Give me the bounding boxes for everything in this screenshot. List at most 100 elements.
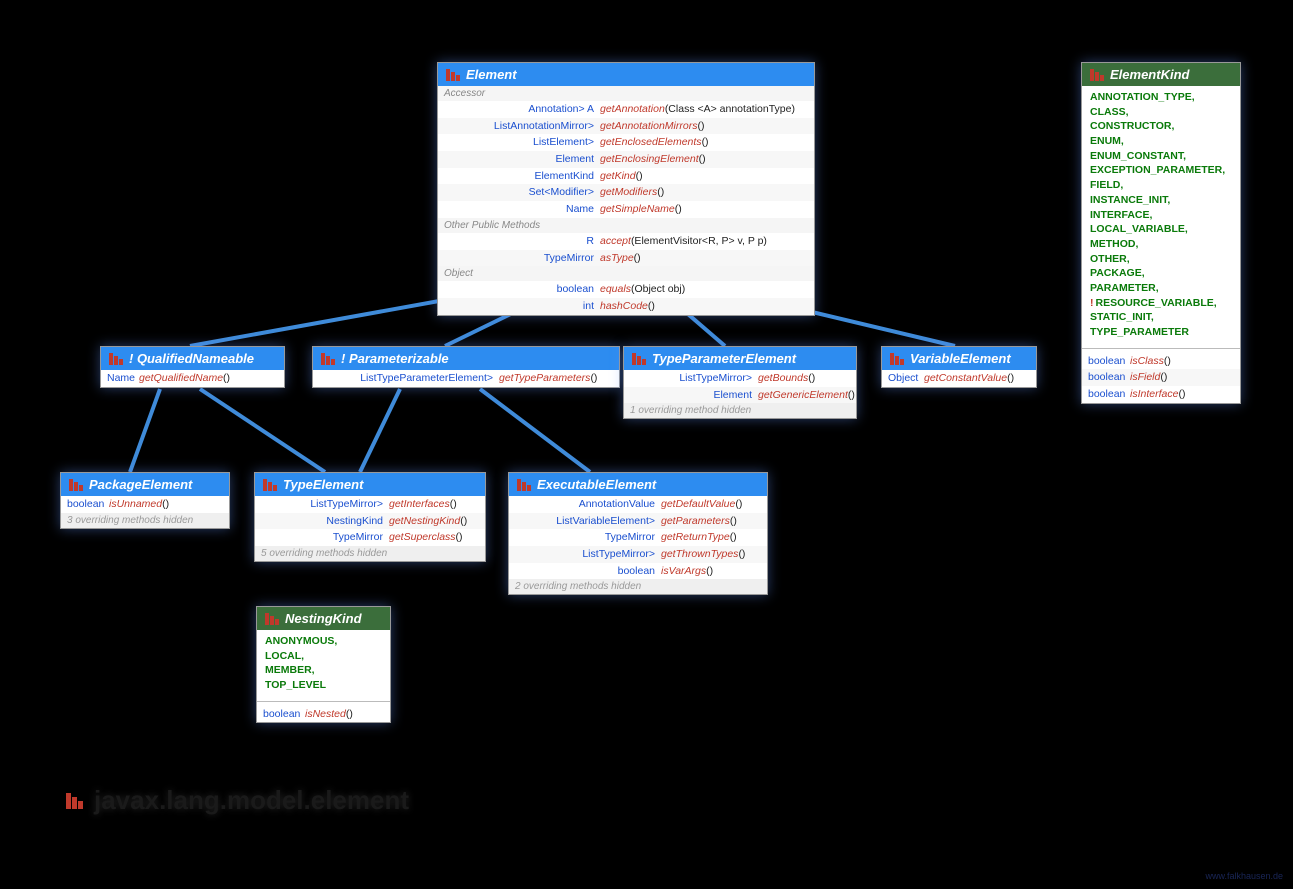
- method-name: getEnclosedElements: [600, 135, 702, 150]
- enum-box-nestingkind[interactable]: NestingKind ANONYMOUS,LOCAL,MEMBER,TOP_L…: [256, 606, 391, 723]
- class-box-executableelement[interactable]: ExecutableElement AnnotationValuegetDefa…: [508, 472, 768, 595]
- method-params: (): [1007, 371, 1014, 386]
- enum-constant: ANONYMOUS,: [265, 634, 382, 649]
- method-name: getEnclosingElement: [600, 152, 699, 167]
- return-type: boolean: [1088, 354, 1130, 369]
- class-icon: [1090, 69, 1104, 81]
- class-box-typeparameterelement[interactable]: TypeParameterElement ListTypeMirror>getB…: [623, 346, 857, 419]
- method-row[interactable]: ListAnnotationMirror>getAnnotationMirror…: [438, 118, 814, 135]
- watermark-link[interactable]: www.falkhausen.de: [1205, 871, 1283, 881]
- method-rows: AnnotationValuegetDefaultValue ()ListVar…: [509, 496, 767, 579]
- return-type: boolean: [515, 564, 661, 579]
- enum-constant: PARAMETER,: [1090, 281, 1232, 296]
- return-type: Element: [630, 388, 758, 403]
- method-name: getKind: [600, 169, 636, 184]
- class-icon: [890, 353, 904, 365]
- method-row[interactable]: NamegetSimpleName (): [438, 201, 814, 218]
- method-params: (): [1178, 387, 1185, 402]
- method-row[interactable]: ListTypeMirror>getThrownTypes (): [509, 546, 767, 563]
- method-params: (): [735, 497, 742, 512]
- method-row[interactable]: booleanisInterface (): [1082, 386, 1240, 403]
- section-other: Other Public Methods Raccept (ElementVis…: [438, 218, 814, 266]
- method-row[interactable]: NestingKindgetNestingKind (): [255, 513, 485, 530]
- enum-constant: LOCAL,: [265, 649, 382, 664]
- enum-box-elementkind[interactable]: ElementKind ANNOTATION_TYPE,CLASS,CONSTR…: [1081, 62, 1241, 404]
- method-row[interactable]: ListElement>getEnclosedElements (): [438, 134, 814, 151]
- class-header: ExecutableElement: [509, 473, 767, 496]
- method-row[interactable]: booleanisField (): [1082, 369, 1240, 386]
- method-name: isField: [1130, 370, 1160, 385]
- hidden-note: 5 overriding methods hidden: [255, 546, 485, 561]
- enum-constant: METHOD,: [1090, 237, 1232, 252]
- method-params: (): [1164, 354, 1171, 369]
- class-title: Element: [466, 67, 517, 82]
- method-row[interactable]: booleanisNested (): [257, 706, 390, 723]
- method-name: getModifiers: [600, 185, 657, 200]
- enum-constant: STATIC_INIT,: [1090, 310, 1232, 325]
- method-params: (): [162, 497, 169, 512]
- return-type: ListTypeMirror>: [515, 547, 661, 562]
- return-type: boolean: [444, 282, 600, 297]
- enum-constant: ENUM_CONSTANT,: [1090, 149, 1232, 164]
- class-box-packageelement[interactable]: PackageElement booleanisUnnamed () 3 ove…: [60, 472, 230, 529]
- class-box-qualifiednameable[interactable]: ! QualifiedNameable NamegetQualifiedName…: [100, 346, 285, 388]
- method-row[interactable]: ListTypeMirror>getBounds (): [624, 370, 856, 387]
- return-type: TypeMirror: [515, 530, 661, 545]
- method-row[interactable]: Annotation> AgetAnnotation (Class <A> an…: [438, 101, 814, 118]
- class-title: ! Parameterizable: [341, 351, 449, 366]
- method-name: isNested: [305, 707, 346, 722]
- enum-constant: ANNOTATION_TYPE,: [1090, 90, 1232, 105]
- method-row[interactable]: Set<Modifier>getModifiers (): [438, 184, 814, 201]
- enum-header: ElementKind: [1082, 63, 1240, 86]
- method-rows: ListTypeParameterElement>getTypeParamete…: [313, 370, 619, 387]
- return-type: Object: [888, 371, 924, 386]
- method-row[interactable]: ListVariableElement>getParameters (): [509, 513, 767, 530]
- method-name: getSuperclass: [389, 530, 456, 545]
- method-row[interactable]: inthashCode (): [438, 298, 814, 315]
- method-name: getConstantValue: [924, 371, 1007, 386]
- enum-constant: CLASS,: [1090, 105, 1232, 120]
- method-params: (): [738, 547, 745, 562]
- method-row[interactable]: ListTypeParameterElement>getTypeParamete…: [313, 370, 619, 387]
- method-rows: booleanisUnnamed (): [61, 496, 229, 513]
- method-row[interactable]: booleanisClass (): [1082, 353, 1240, 370]
- method-rows: booleanisClass ()booleanisField ()boolea…: [1082, 353, 1240, 403]
- method-row[interactable]: ObjectgetConstantValue (): [882, 370, 1036, 387]
- method-row[interactable]: Raccept (ElementVisitor<R, P> v, P p): [438, 233, 814, 250]
- method-row[interactable]: booleanisUnnamed (): [61, 496, 229, 513]
- class-box-typeelement[interactable]: TypeElement ListTypeMirror>getInterfaces…: [254, 472, 486, 562]
- section-object: Object booleanequals (Object obj)inthash…: [438, 266, 814, 314]
- class-icon: [109, 353, 123, 365]
- class-title: TypeParameterElement: [652, 351, 796, 366]
- method-row[interactable]: TypeMirrorgetReturnType (): [509, 529, 767, 546]
- method-rows: booleanequals (Object obj)inthashCode (): [438, 281, 814, 314]
- return-type: ListVariableElement>: [515, 514, 661, 529]
- return-type: TypeMirror: [444, 251, 600, 266]
- method-row[interactable]: NamegetQualifiedName (): [101, 370, 284, 387]
- class-box-parameterizable[interactable]: ! Parameterizable ListTypeParameterEleme…: [312, 346, 620, 388]
- method-row[interactable]: ElementKindgetKind (): [438, 168, 814, 185]
- enum-values: ANONYMOUS,LOCAL,MEMBER,TOP_LEVEL: [257, 630, 390, 697]
- method-params: (): [590, 371, 597, 386]
- method-row[interactable]: booleanisVarArgs (): [509, 563, 767, 580]
- enum-constant: OTHER,: [1090, 252, 1232, 267]
- method-row[interactable]: ElementgetEnclosingElement (): [438, 151, 814, 168]
- method-params: (): [648, 299, 655, 314]
- method-rows: ListTypeMirror>getBounds ()ElementgetGen…: [624, 370, 856, 403]
- method-params: (): [346, 707, 353, 722]
- method-row[interactable]: TypeMirrorasType (): [438, 250, 814, 267]
- method-name: getInterfaces: [389, 497, 450, 512]
- method-row[interactable]: ListTypeMirror>getInterfaces (): [255, 496, 485, 513]
- class-box-element[interactable]: Element Accessor Annotation> AgetAnnotat…: [437, 62, 815, 316]
- return-type: Name: [107, 371, 139, 386]
- method-name: hashCode: [600, 299, 648, 314]
- method-row[interactable]: TypeMirrorgetSuperclass (): [255, 529, 485, 546]
- method-params: (): [456, 530, 463, 545]
- method-row[interactable]: AnnotationValuegetDefaultValue (): [509, 496, 767, 513]
- method-row[interactable]: ElementgetGenericElement (): [624, 387, 856, 404]
- method-row[interactable]: booleanequals (Object obj): [438, 281, 814, 298]
- class-box-variableelement[interactable]: VariableElement ObjectgetConstantValue (…: [881, 346, 1037, 388]
- class-title: ExecutableElement: [537, 477, 656, 492]
- class-header: Element: [438, 63, 814, 86]
- return-type: boolean: [1088, 387, 1130, 402]
